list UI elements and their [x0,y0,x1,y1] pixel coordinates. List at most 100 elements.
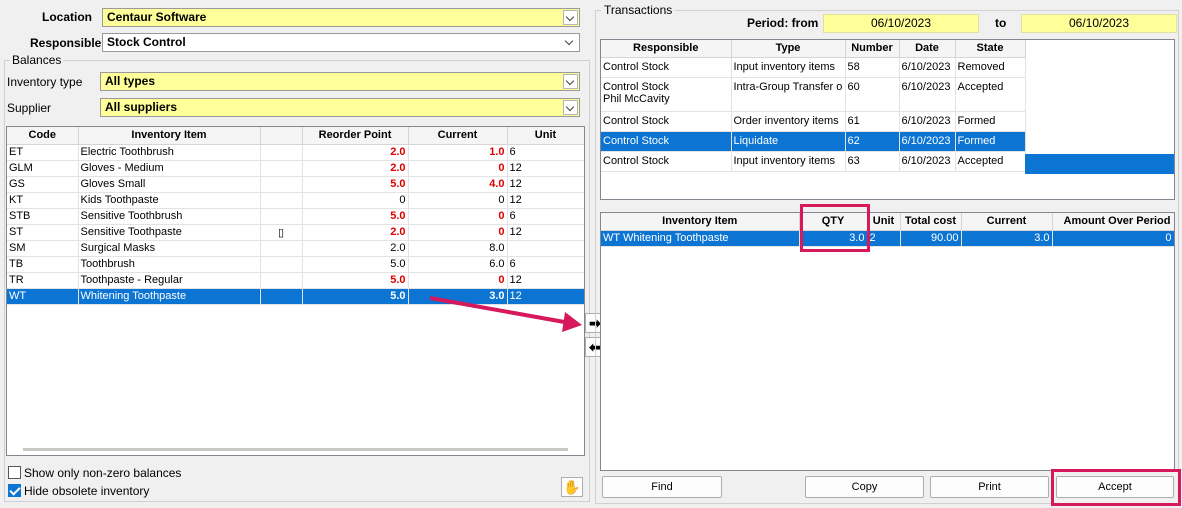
cell-item: Gloves - Medium [78,160,261,177]
table-row[interactable]: Control Stock Input inventory items 58 6/10… [601,57,1026,78]
column-header[interactable]: Number [845,40,900,58]
table-row[interactable]: Control Stock Liquidate 62 6/10/2023 Formed [601,131,1026,152]
table-row[interactable]: ST Sensitive Toothpaste ▯ 2.0 0 12 [7,224,584,241]
cell-total: 90.00 [900,230,962,247]
cell-flag [260,208,303,225]
table-row[interactable]: TB Toothbrush 5.0 6.0 6 [7,256,584,273]
cell-current: 0 [408,208,508,225]
column-header[interactable]: State [955,40,1026,58]
cell-unit: 12 [507,160,584,177]
chevron-down-icon[interactable] [563,74,578,89]
balances-title: Balances [10,53,64,67]
balances-table: Code Inventory Item Reorder Point Current Un… [7,127,584,305]
period-from-field[interactable]: 06/10/2023 [823,14,979,33]
transactions-title: Transactions [601,3,676,17]
hide-obsolete-checkbox[interactable] [8,484,21,497]
print-button[interactable]: Print [930,476,1049,498]
cell-responsible: Control Stock Phil McCavity [601,77,732,112]
table-row[interactable]: SM Surgical Masks 2.0 8.0 [7,240,584,257]
column-header[interactable]: Responsible [601,40,732,58]
table-row[interactable]: Control Stock Input inventory items 63 6/10… [601,151,1026,172]
qty-highlight-box [800,204,870,252]
column-header[interactable]: Inventory Item [78,127,261,145]
column-header[interactable]: Code [7,127,79,145]
column-header[interactable]: Date [899,40,956,58]
cell-type: Input inventory items [731,151,846,172]
column-header[interactable] [260,127,303,145]
cell-state: Removed [955,57,1026,78]
column-header[interactable]: Inventory Item [601,213,800,231]
accept-highlight-box [1051,469,1181,506]
inventory-type-combo[interactable]: All types [100,72,580,91]
chevron-down-icon[interactable] [563,35,578,50]
table-row[interactable]: GS Gloves Small 5.0 4.0 12 [7,176,584,193]
cell-current: 4.0 [408,176,508,193]
table-row[interactable]: WT Whitening Toothpaste 3.0 2 90.00 3.0 0 [601,230,1174,247]
details-grid[interactable]: Inventory Item QTY Unit Total cost Current Am… [600,212,1175,471]
cell-date: 6/10/2023 [899,151,956,172]
table-row[interactable]: Control Stock Order inventory items 61 6/10… [601,111,1026,132]
cell-unit: 12 [507,224,584,241]
column-header[interactable]: Amount Over Period [1052,213,1174,231]
table-row[interactable]: KT Kids Toothpaste 0 0 12 [7,192,584,209]
non-zero-checkbox[interactable] [8,466,21,479]
chevron-down-icon[interactable] [563,10,578,25]
stop-hand-icon[interactable]: ✋ [561,477,583,497]
cell-type: Intra-Group Transfer o [731,77,846,112]
cell-reorder: 5.0 [302,208,409,225]
non-zero-label: Show only non-zero balances [24,466,182,480]
column-header[interactable]: Type [731,40,846,58]
cell-reorder: 0 [302,192,409,209]
cell-item: Gloves Small [78,176,261,193]
find-button[interactable]: Find [602,476,722,498]
table-row[interactable]: STB Sensitive Toothbrush 5.0 0 6 [7,208,584,225]
copy-button[interactable]: Copy [805,476,924,498]
cell-code: GS [7,176,79,193]
cell-code: WT [7,288,79,305]
column-header[interactable]: Unit [507,127,584,145]
table-row[interactable]: Control Stock Phil McCavity Intra-Group Tr… [601,77,1026,112]
cell-code: TR [7,272,79,289]
cell-current: 0 [408,160,508,177]
cell-reorder: 2.0 [302,144,409,161]
cell-flag [260,256,303,273]
cell-reorder: 2.0 [302,240,409,257]
transactions-grid[interactable]: Responsible Type Number Date State Control S… [600,39,1175,200]
horizontal-scrollbar[interactable] [23,448,568,451]
responsible-line: Control Stock [603,80,670,93]
cell-code: GLM [7,160,79,177]
responsible-line: Control Stock [603,154,670,167]
cell-item: Sensitive Toothbrush [78,208,261,225]
cell-item: Electric Toothbrush [78,144,261,161]
table-row[interactable]: TR Toothpaste - Regular 5.0 0 12 [7,272,584,289]
cell-item: Kids Toothpaste [78,192,261,209]
column-header[interactable]: Current [408,127,508,145]
location-label: Location [42,10,92,24]
supplier-value: All suppliers [105,100,178,114]
cell-current: 1.0 [408,144,508,161]
cell-unit: 2 [867,230,901,247]
selected-row-extension [1025,154,1174,174]
cell-flag [260,176,303,193]
location-value: Centaur Software [107,10,207,24]
column-header[interactable]: Reorder Point [302,127,409,145]
cell-state: Formed [955,111,1026,132]
cell-date: 6/10/2023 [899,77,956,112]
cell-item: Whitening Toothpaste [78,288,261,305]
table-row[interactable]: GLM Gloves - Medium 2.0 0 12 [7,160,584,177]
cell-item: Toothbrush [78,256,261,273]
cell-current: 8.0 [408,240,508,257]
period-to-field[interactable]: 06/10/2023 [1021,14,1177,33]
column-header[interactable]: Unit [867,213,901,231]
column-header[interactable]: Total cost [900,213,962,231]
supplier-combo[interactable]: All suppliers [100,98,580,117]
column-header[interactable]: Current [961,213,1053,231]
cell-current: 3.0 [961,230,1053,247]
cell-reorder: 5.0 [302,272,409,289]
chevron-down-icon[interactable] [563,100,578,115]
cell-unit: 12 [507,176,584,193]
table-row[interactable]: ET Electric Toothbrush 2.0 1.0 6 [7,144,584,161]
responsible-combo[interactable]: Stock Control [102,33,580,52]
location-combo[interactable]: Centaur Software [102,8,580,27]
responsible-line: Control Stock [603,60,670,73]
